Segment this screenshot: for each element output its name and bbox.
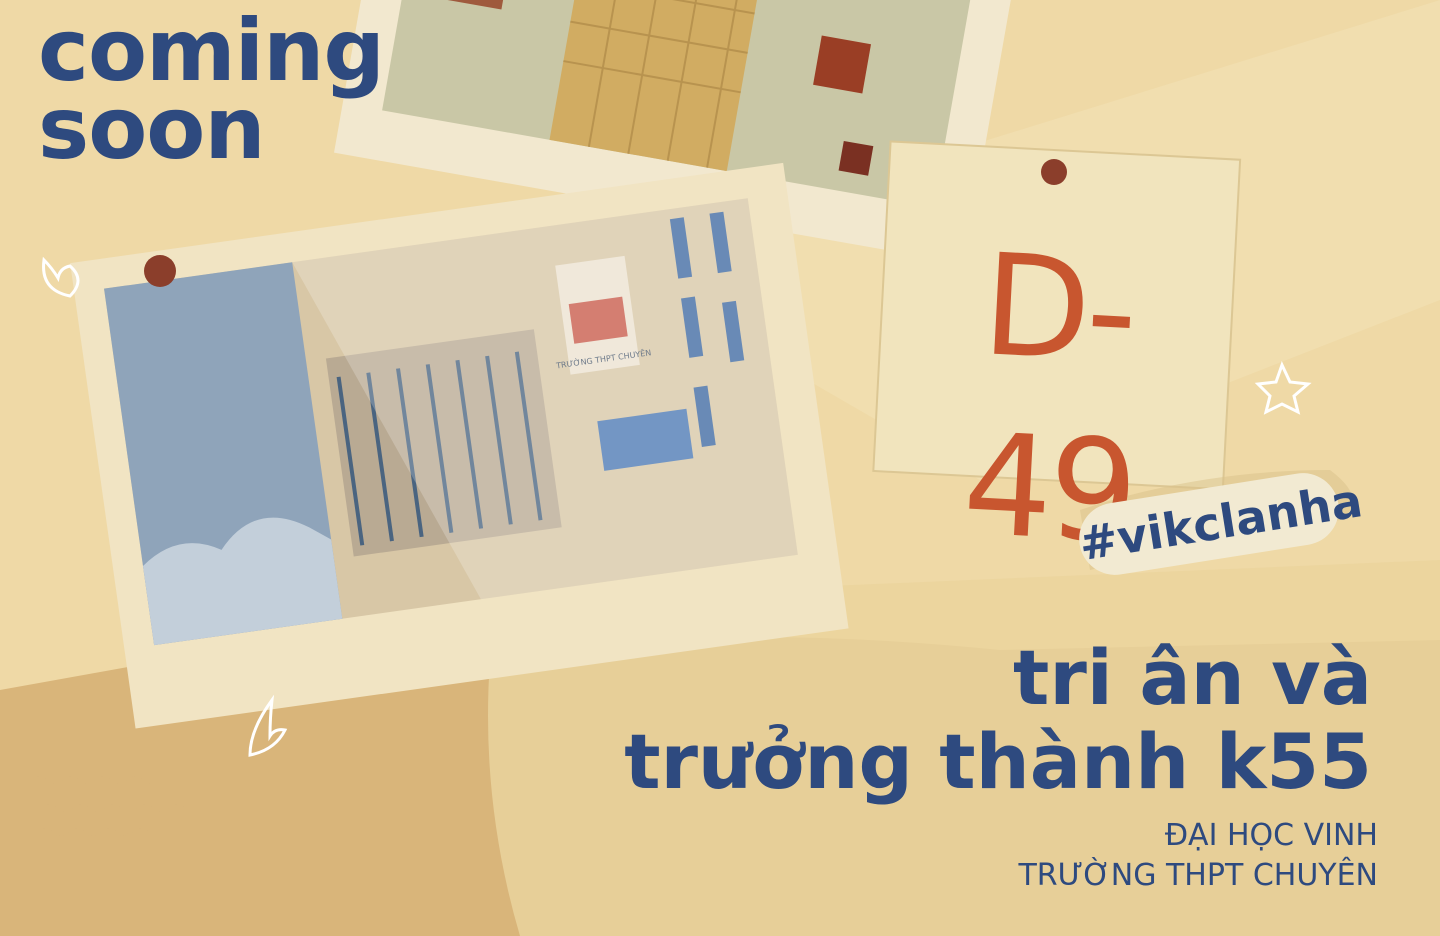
headline-line-2: trưởng thành k55 <box>624 717 1372 806</box>
soon-line: soon <box>38 79 266 179</box>
subtitle-line-1: ĐẠI HỌC VINH <box>1164 818 1378 853</box>
photo-pin <box>144 255 176 287</box>
headline: tri ân và trưởng thành k55 <box>624 636 1372 804</box>
subtitle: ĐẠI HỌC VINH TRƯỜNG THPT CHUYÊN <box>1018 816 1378 896</box>
coming-soon-title: coming soon <box>38 8 385 179</box>
headline-line-1: tri ân và <box>1013 633 1372 722</box>
countdown-text: D-49 <box>959 224 1138 576</box>
note-pin <box>1041 159 1067 185</box>
subtitle-line-2: TRƯỜNG THPT CHUYÊN <box>1018 858 1378 893</box>
